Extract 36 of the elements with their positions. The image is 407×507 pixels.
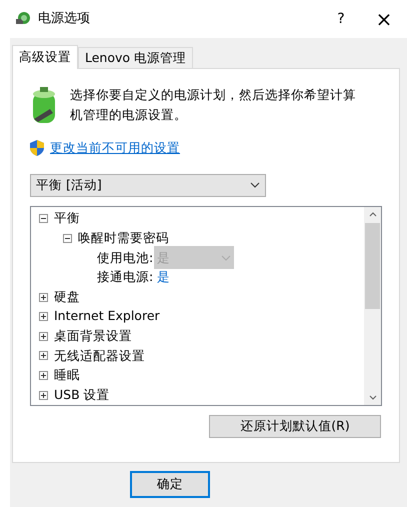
setting-label: 使用电池: [97,248,154,266]
restore-defaults-button[interactable]: 还原计划默认值(R) [209,414,381,438]
expand-icon[interactable] [39,292,48,302]
help-button[interactable]: ? [321,4,361,34]
tab[interactable]: Lenovo 电源管理 [78,47,194,68]
chevron-down-icon [221,254,232,261]
tree-item[interactable]: USB 设置 [54,386,110,404]
ok-button[interactable]: 确定 [130,471,210,498]
plan-dropdown[interactable]: 平衡 [活动] [30,174,266,197]
close-button[interactable]: × [361,4,407,34]
description-text: 选择你要自定义的电源计划，然后选择你希望计算机管理的电源设置。 [70,86,357,124]
collapse-icon[interactable] [63,234,72,243]
expand-icon[interactable] [39,351,48,360]
change-settings-link[interactable]: 更改当前不可用的设置 [50,139,180,158]
tree-item[interactable]: 桌面背景设置 [54,326,132,346]
scrollbar[interactable] [364,206,381,405]
chevron-down-icon [250,182,260,188]
tree-item[interactable]: 平衡 [54,209,80,228]
scroll-up-icon[interactable] [368,212,376,217]
tree-item[interactable]: 硬盘 [54,288,80,307]
scroll-down-icon[interactable] [368,394,376,400]
expand-icon[interactable] [39,370,48,380]
tab[interactable]: 高级设置 [12,45,78,69]
setting-label: 接通电源: [97,268,154,286]
expand-icon[interactable] [39,332,48,341]
scroll-thumb[interactable] [365,222,380,309]
expand-icon[interactable] [39,390,48,400]
tree-item[interactable]: 无线适配器设置 [54,346,145,366]
window-title: 电源选项 [38,10,90,28]
expand-icon[interactable] [39,312,48,322]
value-link[interactable]: 是 [157,268,170,288]
tree-item[interactable]: Internet Explorer [54,307,160,326]
tree-item[interactable]: 唤醒时需要密码 [78,228,169,248]
collapse-icon[interactable] [39,214,48,224]
shield-icon [30,140,44,156]
tree-item[interactable]: 睡眠 [54,366,80,385]
